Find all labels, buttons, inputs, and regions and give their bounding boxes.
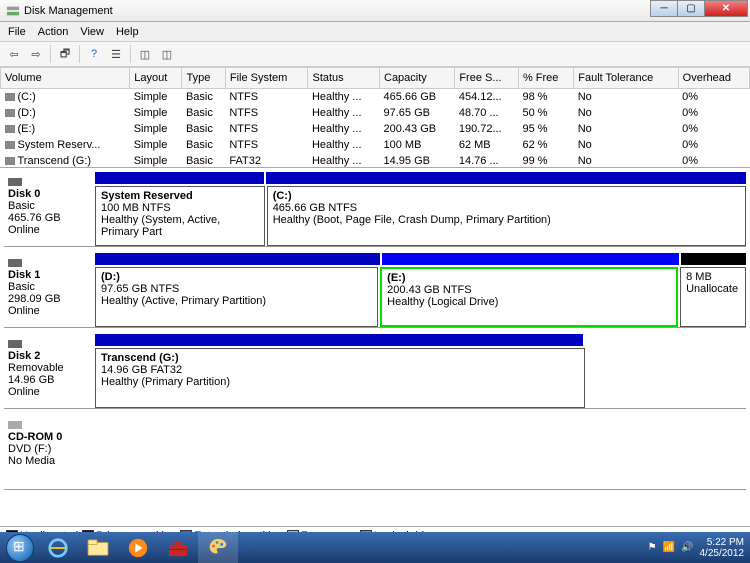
tray-network-icon[interactable]: 📶 (663, 542, 675, 553)
titlebar[interactable]: Disk Management ─ ▢ ✕ (0, 0, 750, 22)
partition-box[interactable]: (C:)465.66 GB NTFSHealthy (Boot, Page Fi… (267, 186, 746, 246)
toolbar: ⇦ ⇨ 🗗 ? ☰ ◫ ◫ (0, 42, 750, 67)
disk-row[interactable]: Disk 1Basic298.09 GBOnline(D:)97.65 GB N… (4, 253, 746, 328)
column-header[interactable]: Volume (1, 68, 130, 89)
volume-row[interactable]: System Reserv...SimpleBasicNTFSHealthy .… (1, 137, 750, 153)
volume-row[interactable]: (C:)SimpleBasicNTFSHealthy ...465.66 GB4… (1, 89, 750, 106)
volume-row[interactable]: (E:)SimpleBasicNTFSHealthy ...200.43 GB1… (1, 121, 750, 137)
partition-box[interactable]: (E:)200.43 GB NTFSHealthy (Logical Drive… (380, 267, 678, 327)
column-header[interactable]: Fault Tolerance (574, 68, 678, 89)
ie-icon[interactable] (38, 532, 78, 563)
column-header[interactable]: Capacity (380, 68, 455, 89)
media-player-icon[interactable] (118, 532, 158, 563)
minimize-button[interactable]: ─ (650, 0, 678, 17)
column-header[interactable]: Overhead (678, 68, 749, 89)
partition-box[interactable]: 8 MBUnallocate (680, 267, 746, 327)
forward-button[interactable]: ⇨ (26, 44, 46, 64)
window-title: Disk Management (24, 5, 113, 17)
properties-button[interactable]: ☰ (106, 44, 126, 64)
partition-box[interactable]: (D:)97.65 GB NTFSHealthy (Active, Primar… (95, 267, 378, 327)
app-icon (6, 4, 20, 18)
explorer-icon[interactable] (78, 532, 118, 563)
toolbox-icon[interactable] (158, 532, 198, 563)
column-header[interactable]: Type (182, 68, 225, 89)
view-top-button[interactable]: ◫ (135, 44, 155, 64)
disk-row[interactable]: Disk 2Removable14.96 GBOnlineTranscend (… (4, 334, 746, 409)
volume-row[interactable]: (D:)SimpleBasicNTFSHealthy ...97.65 GB48… (1, 105, 750, 121)
clock-date[interactable]: 4/25/2012 (700, 548, 745, 559)
menubar: File Action View Help (0, 22, 750, 42)
column-header[interactable]: Free S... (455, 68, 519, 89)
maximize-button[interactable]: ▢ (677, 0, 705, 17)
partition-box[interactable]: Transcend (G:)14.96 GB FAT32Healthy (Pri… (95, 348, 585, 408)
menu-view[interactable]: View (74, 24, 110, 40)
volume-list: VolumeLayoutTypeFile SystemStatusCapacit… (0, 67, 750, 168)
clock-time[interactable]: 5:22 PM (700, 537, 745, 548)
tray-volume-icon[interactable]: 🔊 (681, 542, 693, 553)
refresh-button[interactable]: 🗗 (55, 44, 75, 64)
menu-action[interactable]: Action (32, 24, 75, 40)
paint-icon[interactable] (198, 532, 238, 563)
back-button[interactable]: ⇦ (4, 44, 24, 64)
tray-flag-icon[interactable]: ⚑ (648, 542, 657, 553)
disk-graphical-view: Disk 0Basic465.76 GBOnlineSystem Reserve… (0, 168, 750, 526)
partition-box[interactable]: System Reserved100 MB NTFSHealthy (Syste… (95, 186, 265, 246)
column-header[interactable]: % Free (518, 68, 573, 89)
volume-row[interactable]: Transcend (G:)SimpleBasicFAT32Healthy ..… (1, 153, 750, 168)
view-bottom-button[interactable]: ◫ (157, 44, 177, 64)
column-header[interactable]: Layout (130, 68, 182, 89)
menu-file[interactable]: File (2, 24, 32, 40)
close-button[interactable]: ✕ (704, 0, 748, 17)
column-header[interactable]: File System (225, 68, 308, 89)
help-button[interactable]: ? (84, 44, 104, 64)
disk-row[interactable]: Disk 0Basic465.76 GBOnlineSystem Reserve… (4, 172, 746, 247)
taskbar[interactable]: ⚑ 📶 🔊 5:22 PM 4/25/2012 (0, 532, 750, 563)
column-header[interactable]: Status (308, 68, 380, 89)
menu-help[interactable]: Help (110, 24, 145, 40)
disk-row[interactable]: CD-ROM 0DVD (F:)No Media (4, 415, 746, 490)
start-button[interactable] (2, 534, 38, 562)
system-tray[interactable]: ⚑ 📶 🔊 5:22 PM 4/25/2012 (648, 537, 750, 559)
